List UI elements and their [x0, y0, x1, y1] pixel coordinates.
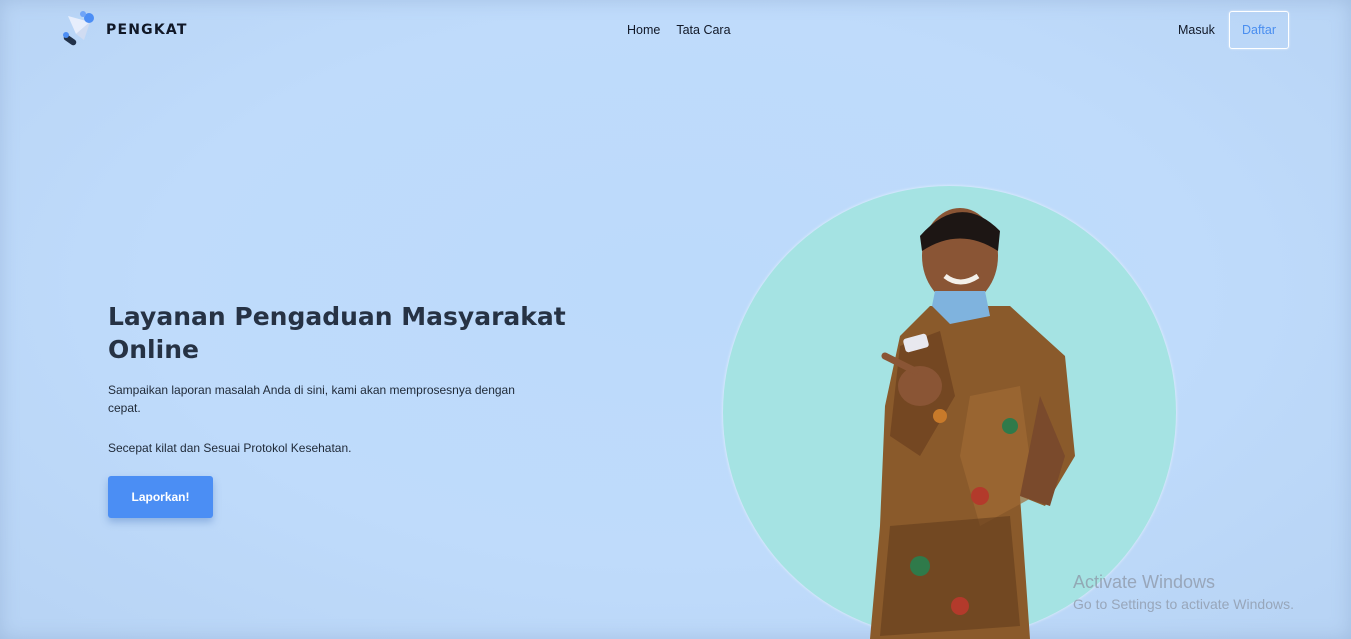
login-link[interactable]: Masuk [1178, 23, 1215, 37]
nav-home-link[interactable]: Home [627, 23, 660, 37]
paper-plane-icon [60, 10, 100, 50]
report-button[interactable]: Laporkan! [108, 476, 213, 518]
register-button[interactable]: Daftar [1229, 11, 1289, 49]
windows-activation-title: Activate Windows [1073, 572, 1216, 592]
hero-title: Layanan Pengaduan Masyarakat Online [108, 302, 566, 364]
nav-tata-cara-link[interactable]: Tata Cara [676, 23, 730, 37]
brand-name: PENGKAT [106, 22, 188, 38]
hero-description: Sampaikan laporan masalah Anda di sini, … [108, 383, 515, 415]
hero-subtext: Secepat kilat dan Sesuai Protokol Keseha… [108, 441, 352, 455]
windows-activation-subtitle: Go to Settings to activate Windows. [1073, 596, 1294, 612]
navbar: PENGKAT Home Tata Cara Masuk Daftar [0, 0, 1351, 62]
brand[interactable]: PENGKAT [60, 10, 188, 50]
hero-person-image [860, 196, 1090, 639]
main-menu: Home Tata Cara [627, 23, 731, 37]
